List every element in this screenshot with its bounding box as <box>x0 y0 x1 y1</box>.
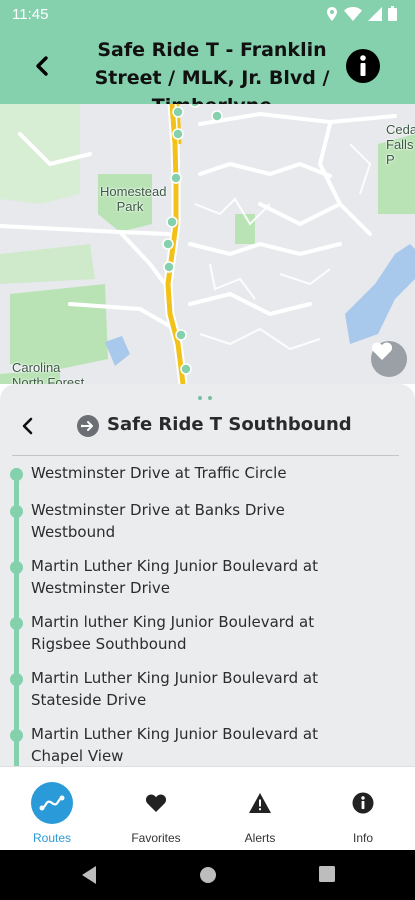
stop-name: Westminster Drive at Banks Drive Westbou… <box>31 501 285 541</box>
tab-label: Alerts <box>244 831 276 845</box>
signal-icon <box>368 6 382 21</box>
warning-icon <box>240 783 280 823</box>
map-label-park: Homestead Park <box>100 184 167 214</box>
direction-arrow-icon <box>77 415 99 437</box>
info-icon <box>343 783 383 823</box>
system-nav-bar <box>0 850 415 900</box>
system-back-icon[interactable] <box>80 865 98 890</box>
route-map[interactable]: Homestead Park Carolina North Forest Ced… <box>0 104 415 384</box>
arrow-left-icon <box>36 56 48 76</box>
tab-label: Routes <box>32 831 72 845</box>
stop-dot <box>10 729 23 742</box>
stop-dot <box>10 673 23 686</box>
tab-info[interactable]: Info <box>311 767 415 851</box>
tab-alerts[interactable]: Alerts <box>208 767 312 851</box>
info-icon <box>346 49 380 83</box>
map-label-falls: Ceda Falls P <box>386 122 415 167</box>
stops-sheet: Safe Ride T Southbound Westminster Drive… <box>0 384 415 766</box>
top-bar: 11:45 Safe Ride T - Franklin Street / ML… <box>0 0 415 104</box>
stop-dot <box>10 617 23 630</box>
stop-dot <box>10 468 23 481</box>
stop-dot <box>10 505 23 518</box>
stop-name: Martin Luther King Junior Boulevard at W… <box>31 557 318 597</box>
stop-name: Martin luther King Junior Boulevard at R… <box>31 613 315 653</box>
map-label-forest: Carolina North Forest <box>12 360 85 384</box>
battery-icon <box>388 6 397 21</box>
system-recents-icon[interactable] <box>318 865 336 888</box>
bottom-nav: Routes Favorites Alerts Info <box>0 766 415 850</box>
map-canvas <box>0 104 415 384</box>
stops-list[interactable]: Westminster Drive at Traffic Circle West… <box>0 456 415 766</box>
route-icon <box>31 782 73 824</box>
status-icons <box>326 6 397 21</box>
stop-name: Westminster Drive at Traffic Circle <box>31 464 287 482</box>
heart-icon <box>371 342 393 360</box>
sheet-back-button[interactable] <box>14 412 42 440</box>
favorite-button[interactable] <box>371 341 407 377</box>
tab-label: Info <box>352 831 373 845</box>
page-title: Safe Ride T - Franklin Street / MLK, Jr.… <box>94 39 330 104</box>
title-row: Safe Ride T - Franklin Street / MLK, Jr.… <box>0 30 415 104</box>
direction-title: Safe Ride T Southbound <box>107 414 352 435</box>
status-bar: 11:45 <box>0 0 415 28</box>
chevron-left-icon <box>22 417 33 435</box>
tab-routes[interactable]: Routes <box>0 767 104 851</box>
status-time: 11:45 <box>12 6 49 23</box>
stop-dot <box>10 561 23 574</box>
stop-name: Martin Luther King Junior Boulevard at S… <box>31 669 318 709</box>
stop-name: Martin Luther King Junior Boulevard at C… <box>31 725 318 765</box>
heart-icon <box>136 783 176 823</box>
location-icon <box>327 6 337 21</box>
tab-favorites[interactable]: Favorites <box>104 767 208 851</box>
back-button[interactable] <box>28 50 60 82</box>
wifi-icon <box>344 6 362 21</box>
tab-label: Favorites <box>131 831 181 845</box>
route-info-button[interactable] <box>345 48 381 84</box>
system-home-icon[interactable] <box>198 865 218 890</box>
sheet-handle[interactable] <box>198 396 212 400</box>
